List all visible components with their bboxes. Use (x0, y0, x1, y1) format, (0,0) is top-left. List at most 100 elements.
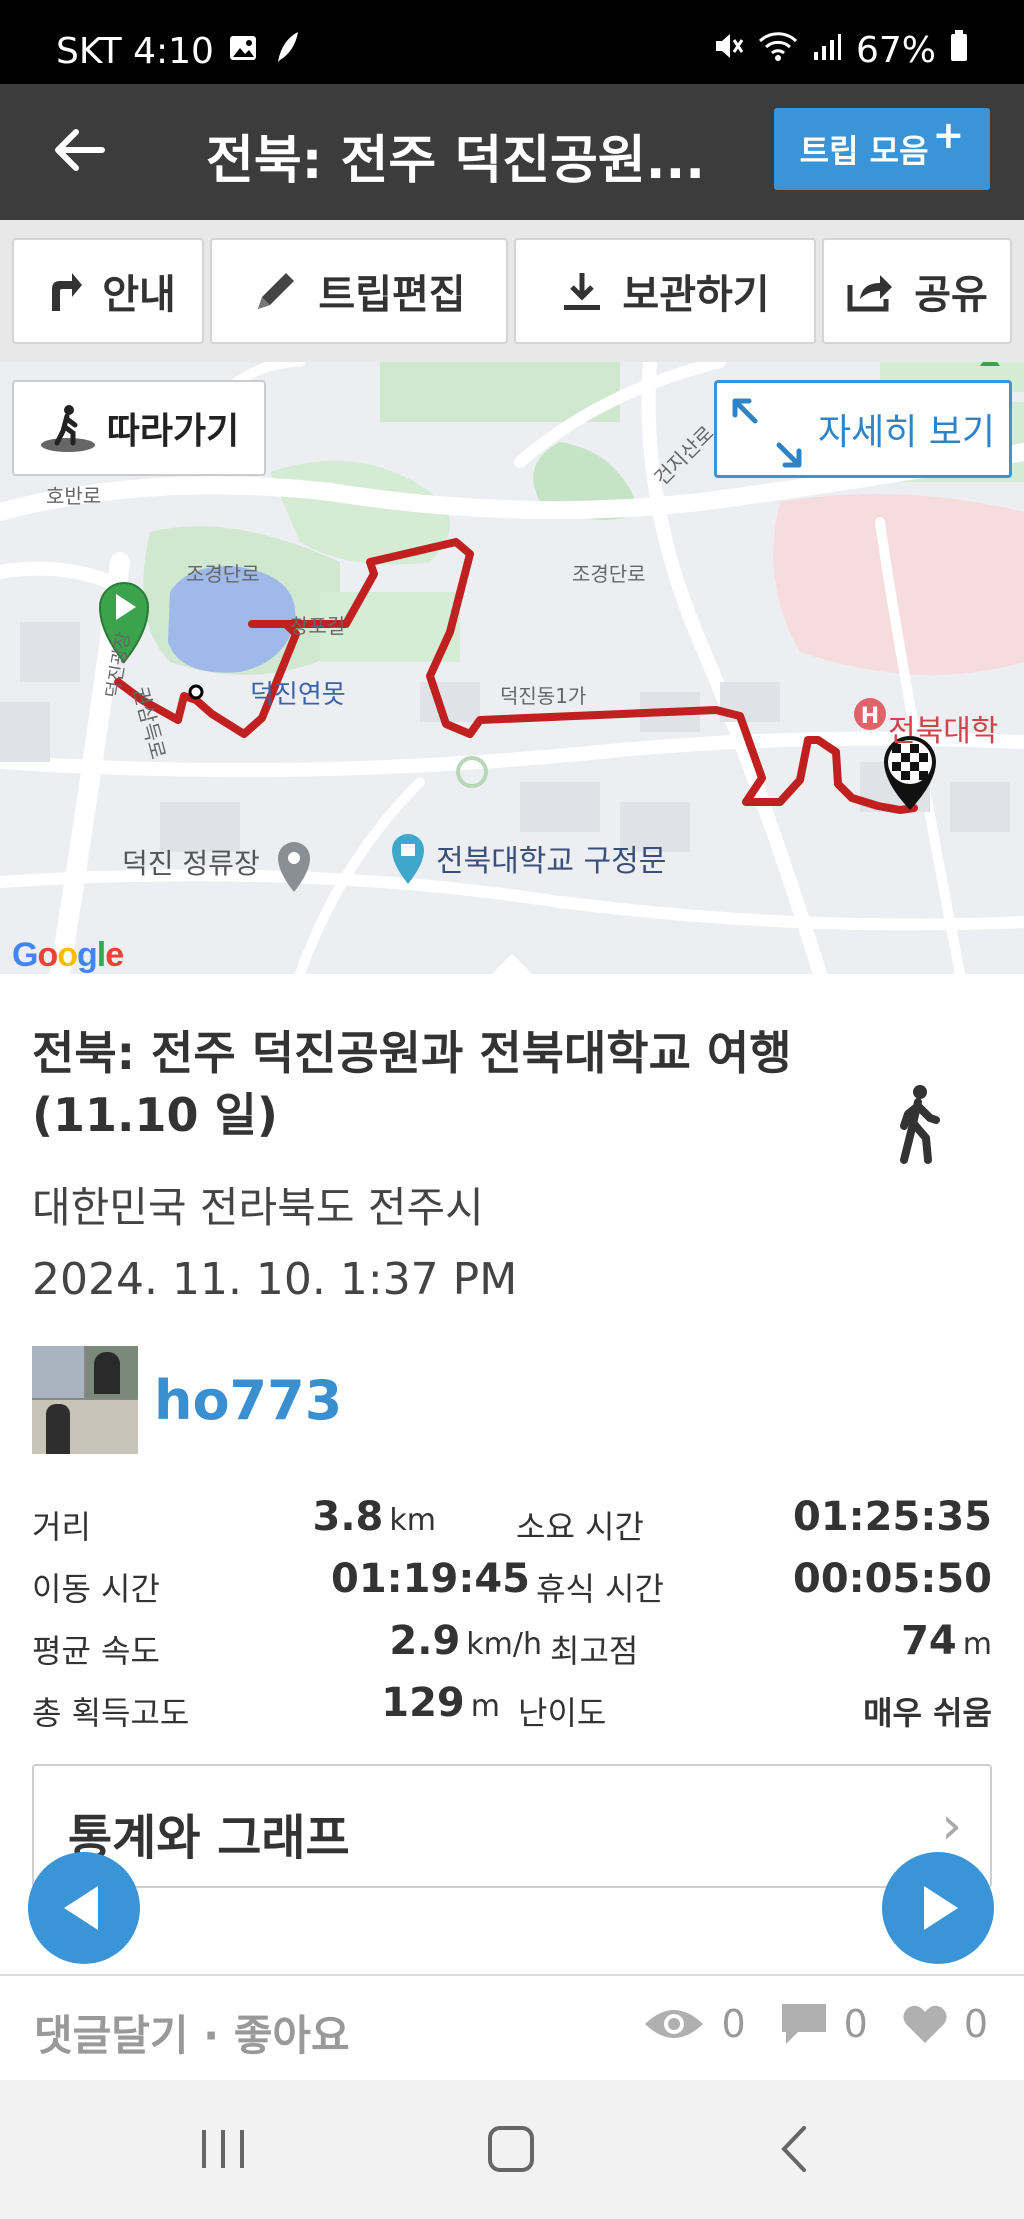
follow-button[interactable]: 따라가기 (12, 380, 266, 476)
distance-label: 거리 (32, 1508, 91, 1546)
turn-right-icon (52, 273, 83, 311)
recent-apps-button[interactable] (196, 2124, 250, 2178)
expand-icon (732, 398, 802, 468)
difficulty-value: 매우 쉬움 (863, 1694, 992, 1732)
system-navigation-bar (0, 2080, 1024, 2219)
previous-trip-button[interactable] (28, 1852, 140, 1964)
back-button[interactable] (48, 118, 112, 182)
gallery-icon (228, 31, 258, 72)
comment-icon (781, 2004, 826, 2044)
eye-icon (645, 2010, 704, 2038)
social-counters: 0 0 0 (623, 2002, 988, 2046)
user-profile-row[interactable]: ho773 (32, 1346, 342, 1454)
save-label: 보관하기 (622, 272, 770, 318)
elevation-gain-value: 129 m (381, 1680, 500, 1726)
social-footer: 댓글달기 · 좋아요 0 0 0 (0, 1974, 1024, 2080)
app-header: 전북: 전주 덕진공원... 트립 모음 + (0, 84, 1024, 220)
arrow-left-icon (55, 129, 105, 171)
map-label-hoban: 호반로 (46, 484, 102, 508)
elevation-gain-label: 총 획득고도 (32, 1694, 190, 1732)
svg-text:H: H (861, 704, 879, 729)
wifi-icon (758, 30, 798, 71)
trip-title: 전북: 전주 덕진공원과 전북대학교 여행(11.10 일) (32, 1026, 792, 1142)
avg-speed-value: 2.9 km/h (389, 1618, 542, 1664)
rest-time-value: 00:05:50 (793, 1556, 992, 1602)
view-details-label: 자세히 보기 (817, 412, 995, 453)
comment-like-link[interactable]: 댓글달기 · 좋아요 (34, 2002, 350, 2063)
comments-count: 0 (843, 2002, 868, 2046)
triangle-right-icon (924, 1886, 958, 1930)
distance-value: 3.8 km (312, 1494, 436, 1540)
map-label-univ-gate: 전북대학교 구정문 (436, 844, 667, 879)
map-label-dukjin1ga: 덕진동1가 (500, 684, 587, 708)
pencil-icon (258, 273, 295, 309)
trip-datetime: 2024. 11. 10. 1:37 PM (32, 1254, 518, 1305)
share-label: 공유 (914, 272, 988, 318)
stat-row: 이동 시간 01:19:45 휴식 시간 00:05:50 (32, 1552, 992, 1612)
map-label-bus-stop: 덕진 정류장 (122, 847, 260, 880)
avg-speed-label: 평균 속도 (32, 1632, 160, 1670)
edit-trip-button[interactable]: 트립편집 (210, 238, 508, 344)
battery-text: 67% (855, 30, 936, 71)
home-button[interactable] (484, 2124, 540, 2178)
follow-label: 따라가기 (106, 411, 240, 452)
trip-collection-label: 트립 모음 (799, 132, 929, 170)
moving-time-value: 01:19:45 (331, 1556, 530, 1602)
status-bar: SKT 4:10 67% (0, 0, 1024, 84)
battery-icon (950, 30, 968, 71)
views-count: 0 (721, 2002, 746, 2046)
stat-row: 총 획득고도 129 m 난이도 매우 쉬움 (32, 1676, 992, 1736)
view-details-button[interactable]: 자세히 보기 (714, 380, 1012, 478)
map-label-champo: 창포길 (290, 614, 346, 638)
map-pointer-notch (490, 954, 534, 976)
rest-time-label: 휴식 시간 (536, 1570, 664, 1608)
route-map[interactable]: H 호반로 조경단로 조경단로 건지산로 창포길 덕진동1가 권삼득로 덕진광장… (0, 362, 1024, 974)
stats-graph-title: 통계와 그래프 (68, 1810, 350, 1866)
trip-collection-button[interactable]: 트립 모음 + (774, 108, 990, 190)
heart-icon (903, 2005, 947, 2043)
google-logo: Google (12, 936, 124, 974)
share-icon (847, 275, 893, 312)
views-counter: 0 (643, 2002, 746, 2046)
moving-time-label: 이동 시간 (32, 1570, 160, 1608)
download-icon (564, 273, 601, 310)
next-trip-button[interactable] (882, 1852, 994, 1964)
triangle-left-icon (64, 1886, 98, 1930)
chevron-left-icon (781, 2126, 806, 2172)
likes-counter: 0 (902, 2002, 988, 2046)
map-label-jogyeong-1: 조경단로 (186, 562, 260, 586)
max-elevation-value: 74 m (901, 1618, 992, 1664)
username-link[interactable]: ho773 (154, 1369, 342, 1432)
guide-label: 안내 (102, 272, 176, 318)
guide-button[interactable]: 안내 (12, 238, 204, 344)
chevron-right-icon: › (941, 1796, 962, 1856)
map-label-hospital: 전북대학 (888, 714, 999, 749)
action-toolbar: 안내 트립편집 보관하기 공유 (0, 220, 1024, 362)
home-icon (488, 2126, 534, 2172)
stats-graph-card[interactable]: 통계와 그래프 › (32, 1764, 992, 1888)
mute-icon (712, 30, 744, 71)
walking-icon (896, 1084, 942, 1168)
page-title: 전북: 전주 덕진공원... (206, 131, 705, 191)
avatar[interactable] (32, 1346, 138, 1454)
difficulty-label: 난이도 (518, 1694, 607, 1732)
system-back-button[interactable] (776, 2124, 816, 2178)
signal-icon (812, 30, 842, 71)
max-elevation-label: 최고점 (550, 1632, 639, 1670)
status-time: SKT 4:10 (56, 31, 214, 72)
duration-value: 01:25:35 (793, 1494, 992, 1540)
save-button[interactable]: 보관하기 (514, 238, 816, 344)
trip-location: 대한민국 전라북도 전주시 (32, 1183, 484, 1232)
comments-counter: 0 (780, 2002, 868, 2046)
stat-row: 거리 3.8 km 소요 시간 01:25:35 (32, 1490, 992, 1550)
map-label-jogyeong-2: 조경단로 (572, 562, 646, 586)
feather-icon (272, 30, 302, 73)
share-button[interactable]: 공유 (822, 238, 1012, 344)
duration-label: 소요 시간 (516, 1508, 644, 1546)
stat-row: 평균 속도 2.9 km/h 최고점 74 m (32, 1614, 992, 1674)
likes-count: 0 (963, 2002, 988, 2046)
hiker-follow-icon (40, 405, 95, 452)
map-label-lake: 덕진연못 (250, 680, 346, 710)
edit-trip-label: 트립편집 (318, 272, 466, 318)
recent-apps-icon (202, 2130, 244, 2168)
